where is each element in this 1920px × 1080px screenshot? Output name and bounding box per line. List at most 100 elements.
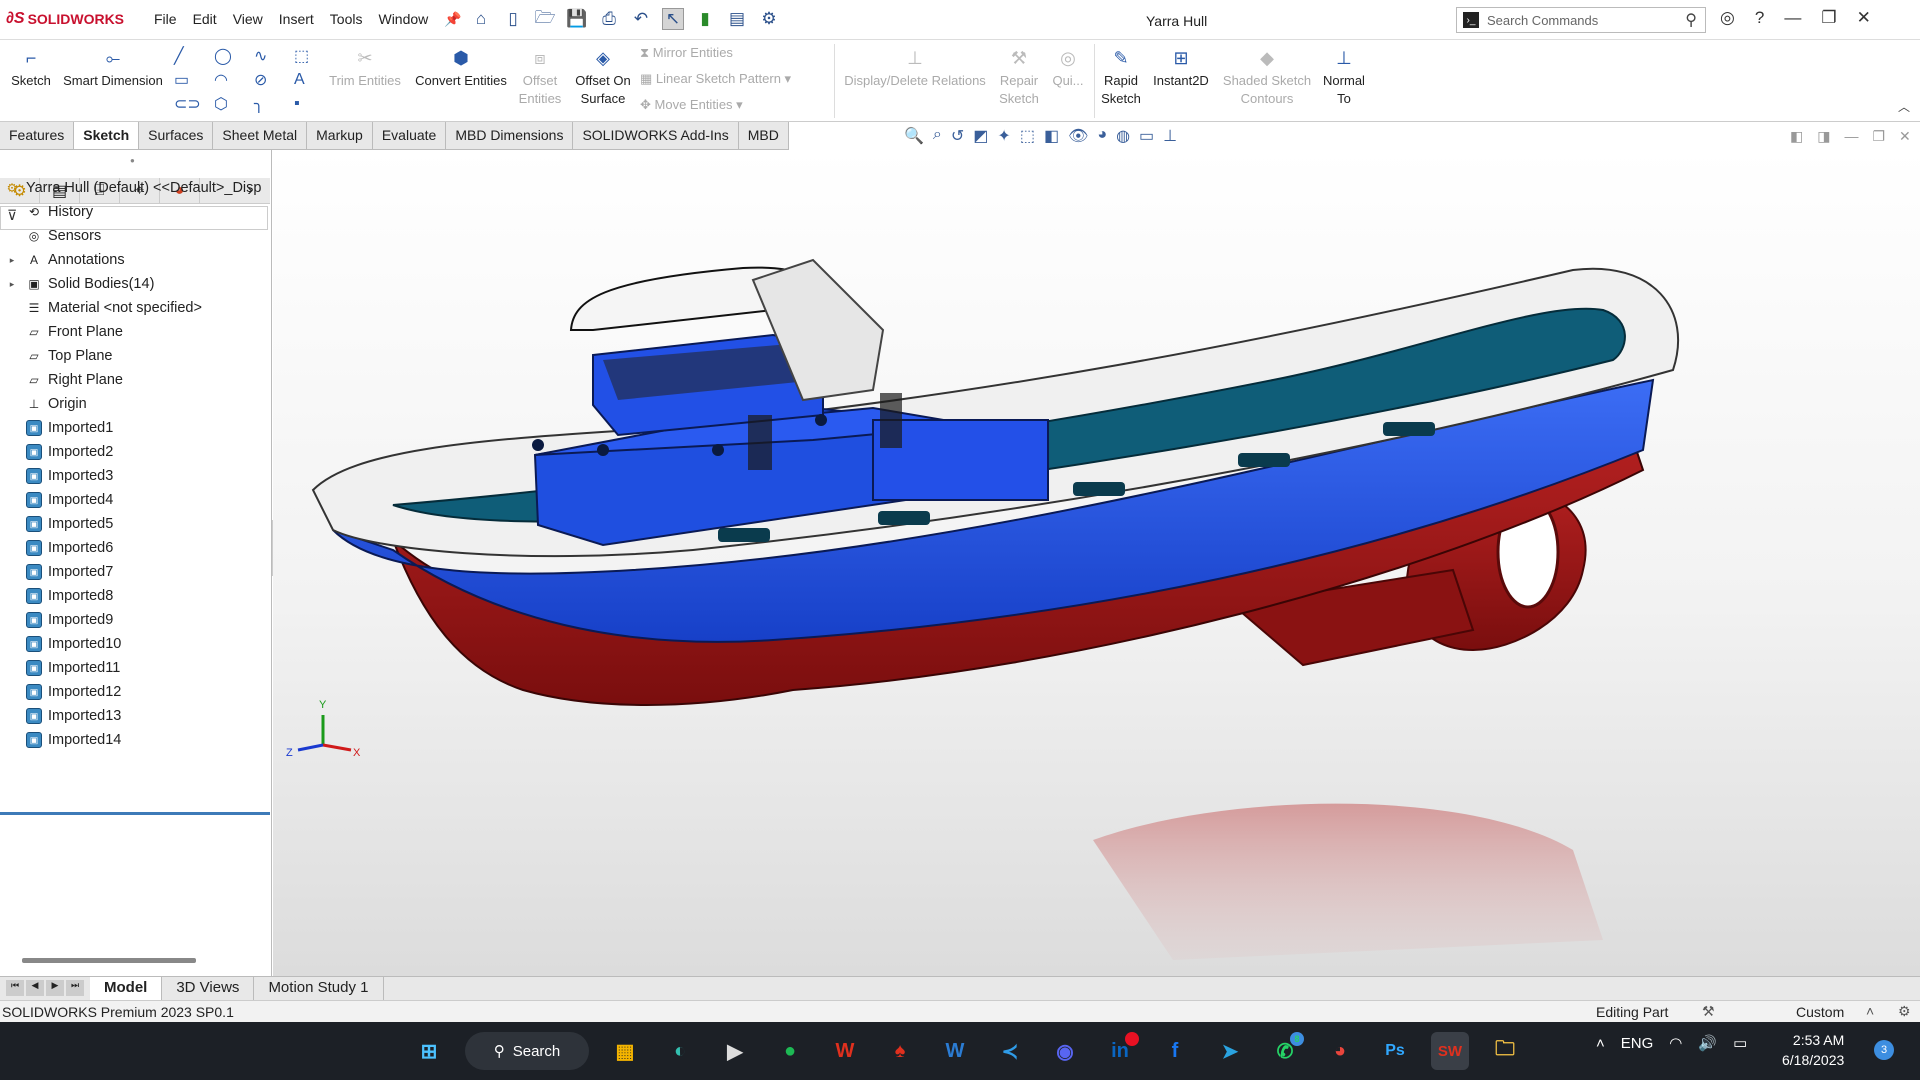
tab-solidworks-add-ins[interactable]: SOLIDWORKS Add-Ins — [573, 122, 739, 149]
solidworks-icon[interactable]: SW — [1431, 1032, 1469, 1070]
tugboat-model[interactable]: Y X Z — [273, 150, 1920, 976]
tree-item[interactable]: ▣ Imported8 — [0, 584, 270, 608]
print-icon[interactable]: ⎙ — [598, 8, 620, 30]
menu-tools[interactable]: Tools — [322, 11, 371, 28]
display-style-icon[interactable]: ◧ — [1044, 126, 1059, 146]
tree-item[interactable]: ⟲ History — [0, 200, 270, 224]
tab-evaluate[interactable]: Evaluate — [373, 122, 447, 149]
wps-icon[interactable]: W — [826, 1032, 864, 1070]
dynamic-annotation-icon[interactable]: ✦ — [997, 126, 1010, 146]
save-icon[interactable]: 💾 — [566, 8, 588, 30]
line-icon[interactable]: ╱ — [174, 44, 214, 68]
horizontal-scrollbar[interactable] — [22, 958, 196, 963]
show-hidden-icons-icon[interactable]: ˄ — [1596, 1035, 1605, 1052]
user-account-icon[interactable]: ◎ — [1720, 8, 1735, 28]
last-tab-icon[interactable]: ⏭ — [66, 980, 84, 996]
tile-right-icon[interactable]: ◨ — [1817, 128, 1830, 145]
tree-item[interactable]: ▣ Imported3 — [0, 464, 270, 488]
tab-surfaces[interactable]: Surfaces — [139, 122, 214, 149]
discord-icon[interactable]: ◉ — [1046, 1032, 1084, 1070]
file-properties-icon[interactable]: ▤ — [726, 8, 748, 30]
tree-item[interactable]: ⊥ Origin — [0, 392, 270, 416]
rollback-bar[interactable] — [0, 812, 270, 815]
polygon-icon[interactable]: ⬡ — [214, 92, 254, 116]
linkedin-icon[interactable]: in — [1101, 1032, 1139, 1070]
vscode-icon[interactable]: ≺ — [991, 1032, 1029, 1070]
menu-view[interactable]: View — [225, 11, 271, 28]
solidworks-logo[interactable]: ∂S SOLIDWORKS — [6, 10, 124, 28]
tab-mbd-dimensions[interactable]: MBD Dimensions — [446, 122, 574, 149]
menu-file[interactable]: File — [146, 11, 185, 28]
zoom-to-area-icon[interactable]: ⌕ — [933, 126, 942, 146]
tree-item[interactable]: ☰ Material <not specified> — [0, 296, 270, 320]
tree-item[interactable]: ▣ Imported13 — [0, 704, 270, 728]
search-commands-input[interactable]: ›_ Search Commands ⚲ — [1456, 7, 1706, 33]
tab-3d-views[interactable]: 3D Views — [162, 977, 255, 1000]
linear-sketch-pattern-button[interactable]: ▦ Linear Sketch Pattern ▾ — [640, 70, 830, 88]
convert-entities-button[interactable]: ⬢ Convert Entities — [410, 46, 512, 90]
doc-minimize-icon[interactable]: — — [1844, 128, 1858, 145]
zoom-to-fit-icon[interactable]: 🔍 — [904, 126, 924, 146]
doc-restore-icon[interactable]: ❐ — [1872, 128, 1885, 145]
tree-item[interactable]: ▣ Imported12 — [0, 680, 270, 704]
arc-icon[interactable]: ◠ — [214, 68, 254, 92]
mirror-entities-button[interactable]: ⧗ Mirror Entities — [640, 44, 760, 62]
tree-item[interactable]: ▣ Imported5 — [0, 512, 270, 536]
slot-icon[interactable]: ⊂⊃ — [174, 92, 214, 116]
tree-item[interactable]: ▣ Imported1 — [0, 416, 270, 440]
tab-model[interactable]: Model — [90, 977, 163, 1000]
taskbar-search[interactable]: ⚲ Search — [465, 1032, 589, 1070]
tree-item[interactable]: ▣ Imported6 — [0, 536, 270, 560]
wifi-icon[interactable]: ◠ — [1669, 1034, 1682, 1052]
hide-show-items-icon[interactable]: 👁 — [1068, 126, 1088, 146]
chrome-icon[interactable]: ◕ — [1321, 1032, 1359, 1070]
spotify-icon[interactable]: ● — [771, 1032, 809, 1070]
tree-item[interactable]: ▱ Right Plane — [0, 368, 270, 392]
offset-on-surface-button[interactable]: ◈ Offset On Surface — [568, 46, 638, 108]
tree-item[interactable]: ▣ Imported9 — [0, 608, 270, 632]
expand-arrow-icon[interactable]: ▸ — [6, 255, 18, 266]
tree-item[interactable]: ▱ Top Plane — [0, 344, 270, 368]
tab-mbd[interactable]: MBD — [739, 122, 789, 149]
view-settings-icon[interactable]: ▭ — [1139, 126, 1154, 146]
volume-icon[interactable]: 🔊 — [1698, 1034, 1717, 1052]
rapid-sketch-button[interactable]: ✎ Rapid Sketch — [1098, 46, 1144, 108]
search-icon[interactable]: ⚲ — [1685, 10, 1697, 30]
undo-icon[interactable]: ↶ — [630, 8, 652, 30]
tree-root-part[interactable]: ⚙ Yarra Hull (Default) <<Default>_Disp — [0, 176, 270, 200]
home-icon[interactable]: ⌂ — [470, 8, 492, 30]
sketch-button[interactable]: ⌐ Sketch — [6, 46, 56, 90]
offset-entities-button[interactable]: ⧈ Offset Entities — [514, 46, 566, 108]
media-player-icon[interactable]: ▶ — [716, 1032, 754, 1070]
trim-entities-button[interactable]: ✂ Trim Entities — [326, 46, 404, 90]
circle-icon[interactable]: ◯ — [214, 44, 254, 68]
battery-icon[interactable]: ▭ — [1733, 1034, 1747, 1052]
tree-item[interactable]: ▣ Imported11 — [0, 656, 270, 680]
restore-button[interactable]: ❐ — [1821, 8, 1836, 28]
section-view-icon[interactable]: ◩ — [973, 126, 988, 146]
display-delete-relations-button[interactable]: ⊥ Display/Delete Relations — [840, 46, 990, 90]
word-icon[interactable]: W — [936, 1032, 974, 1070]
unit-system-selector[interactable]: Custom — [1796, 1004, 1844, 1020]
next-tab-icon[interactable]: ▶ — [46, 980, 64, 996]
minimize-button[interactable]: — — [1784, 8, 1801, 28]
tree-item[interactable]: ▣ Imported7 — [0, 560, 270, 584]
help-icon[interactable]: ? — [1755, 8, 1764, 28]
doc-close-icon[interactable]: ✕ — [1899, 128, 1911, 145]
point-icon[interactable]: ▪ — [294, 92, 334, 116]
start-icon[interactable]: ⊞ — [410, 1032, 448, 1070]
previous-view-icon[interactable]: ↺ — [951, 126, 964, 146]
ellipse-icon[interactable]: ⊘ — [254, 68, 294, 92]
tree-item[interactable]: ▸ ▣ Solid Bodies(14) — [0, 272, 270, 296]
edge-icon[interactable]: ◐ — [661, 1032, 699, 1070]
tab-sketch[interactable]: Sketch — [74, 122, 140, 149]
tree-item[interactable]: ▸ A Annotations — [0, 248, 270, 272]
spline-icon[interactable]: ∿ — [254, 44, 294, 68]
tab-features[interactable]: Features — [0, 122, 75, 149]
tab-motion-study-1[interactable]: Motion Study 1 — [254, 977, 384, 1000]
rectangle-icon[interactable]: ▭ — [174, 68, 214, 92]
select-arrow-icon[interactable]: ↖ — [662, 8, 684, 30]
whatsapp-icon[interactable]: ✆ 8 — [1266, 1032, 1304, 1070]
move-entities-button[interactable]: ✥ Move Entities ▾ — [640, 96, 830, 114]
status-options-icon[interactable]: ⚙ — [1898, 1003, 1911, 1020]
